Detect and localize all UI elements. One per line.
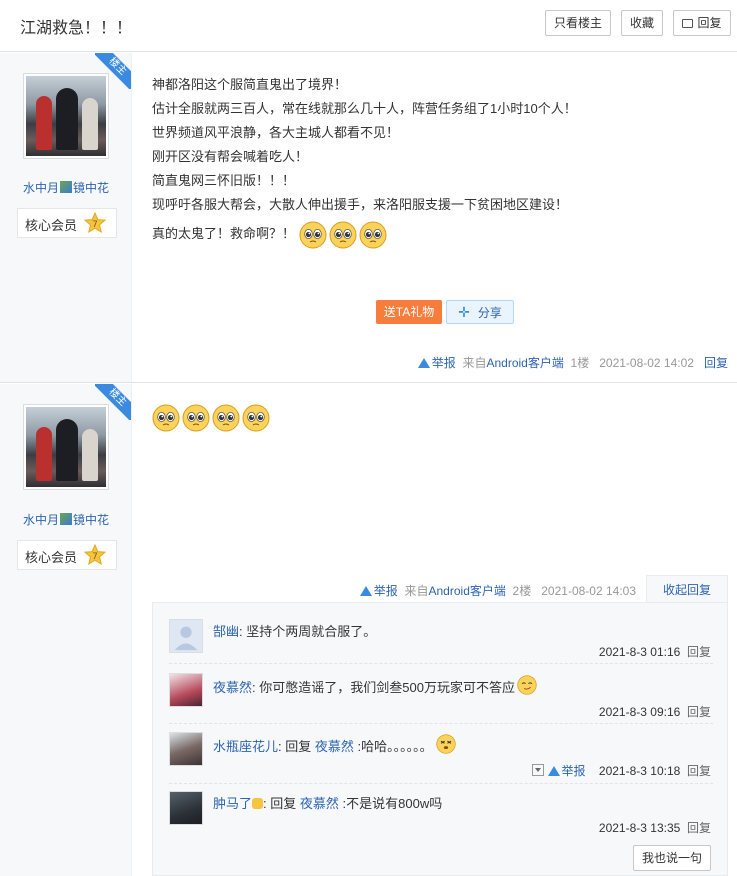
thread-header: 江湖救急！！！ 只看楼主 收藏 回复 xyxy=(0,0,737,52)
post-meta: 举报 来自Android客户端 2楼 2021-08-02 14:03 xyxy=(359,582,636,599)
collapse-replies-tab[interactable]: 收起回复 xyxy=(646,575,728,603)
image-icon xyxy=(60,513,72,525)
post-meta: 举报 来自Android客户端 1楼 2021-08-02 14:02 回复 xyxy=(417,354,728,371)
list-item: 肿马了: 回复 夜慕然 :不是说有800w吗 2021-8-3 13:35 回复 xyxy=(169,791,713,843)
pleading-emoji-icon xyxy=(212,404,240,432)
pleading-emoji-icon xyxy=(242,404,270,432)
reply-meta: 举报 2021-8-3 10:18 回复 xyxy=(532,762,711,779)
level-star-icon: 7 xyxy=(83,543,107,566)
thread-title: 江湖救急！！！ xyxy=(20,20,133,37)
share-button[interactable]: ✛ 分享 xyxy=(446,300,514,324)
comment-icon xyxy=(682,19,694,28)
post-text-line: 现呼吁各服大帮会，大散人伸出援手，来洛阳服支援一下贫困地区建设！ xyxy=(152,197,569,212)
reply-list: 郜幽: 坚持个两周就合服了。 2021-8-3 01:16 回复 夜慕然: 你可… xyxy=(152,602,728,876)
smug-emoji-icon xyxy=(517,675,537,695)
post-time: 2021-08-02 14:02 xyxy=(599,356,694,370)
share-icon: ✛ xyxy=(458,304,470,320)
reply-divider xyxy=(169,723,713,724)
svg-text:7: 7 xyxy=(92,220,98,230)
member-level-label: 核心会员 xyxy=(25,218,78,233)
member-level[interactable]: 核心会员 7 xyxy=(17,540,117,570)
post-time: 2021-08-02 14:03 xyxy=(541,584,636,598)
say-something-button[interactable]: 我也说一句 xyxy=(633,845,711,871)
list-item: 夜慕然: 你可憋造谣了，我们剑叁500万玩家可不答应 2021-8-3 09:1… xyxy=(169,673,713,725)
reply-meta: 2021-8-3 13:35 回复 xyxy=(599,819,711,836)
post-floor-1: 楼主 水中月 镜中花 核心会员 7 神都洛阳这个服简直鬼出了境界！ 估计全服就两三… xyxy=(0,53,737,383)
reply-avatar[interactable] xyxy=(169,791,203,825)
reply-button[interactable]: 回复 xyxy=(673,10,731,36)
reply-avatar[interactable] xyxy=(169,619,203,653)
reply-link[interactable]: 回复 xyxy=(687,764,711,778)
reply-link[interactable]: 回复 xyxy=(687,821,711,835)
pleading-emoji-icon xyxy=(359,221,387,249)
send-gift-button[interactable]: 送TA礼物 xyxy=(376,300,442,324)
reply-button-label: 回复 xyxy=(697,16,722,30)
level-star-icon: 7 xyxy=(83,211,107,234)
reply-username[interactable]: 郜幽 xyxy=(213,624,239,639)
client-link[interactable]: Android客户端 xyxy=(486,356,563,370)
only-op-button[interactable]: 只看楼主 xyxy=(545,10,611,36)
reply-avatar[interactable] xyxy=(169,673,203,707)
reply-divider xyxy=(169,783,713,784)
reply-target-username[interactable]: 夜慕然 xyxy=(300,796,339,811)
report-link[interactable]: 举报 xyxy=(562,764,586,778)
author-sidebar: 楼主 水中月 镜中花 核心会员 7 xyxy=(0,53,132,382)
author-name[interactable]: 水中月 镜中花 xyxy=(0,511,132,528)
reply-meta: 2021-8-3 09:16 回复 xyxy=(599,703,711,720)
author-avatar[interactable] xyxy=(23,404,109,490)
reply-text: 郜幽: 坚持个两周就合服了。 xyxy=(213,624,377,639)
reply-text: 夜慕然: 你可憋造谣了，我们剑叁500万玩家可不答应 xyxy=(213,675,539,696)
reply-time: 2021-8-3 01:16 xyxy=(598,645,681,659)
post-text-line: 简直鬼网三怀旧版！！！ xyxy=(152,173,296,188)
client-link[interactable]: Android客户端 xyxy=(429,584,506,598)
reply-username[interactable]: 夜慕然 xyxy=(213,680,252,695)
reply-username[interactable]: 水瓶座花儿 xyxy=(213,739,278,754)
warning-icon xyxy=(417,358,430,368)
reply-avatar[interactable] xyxy=(169,732,203,766)
author-sidebar: 楼主 水中月 镜中花 核心会员 7 xyxy=(0,384,132,876)
post-reply-link[interactable]: 回复 xyxy=(704,356,728,370)
reply-time: 2021-8-3 13:35 xyxy=(598,821,681,835)
reply-time: 2021-8-3 09:16 xyxy=(598,705,681,719)
member-level-label: 核心会员 xyxy=(25,550,78,565)
member-level[interactable]: 核心会员 7 xyxy=(17,208,117,238)
report-link[interactable]: 举报 xyxy=(432,356,456,370)
reply-divider xyxy=(169,663,713,664)
post-text-line: 世界频道风平浪静，各大主城人都看不见！ xyxy=(152,125,400,140)
reply-meta: 2021-8-3 01:16 回复 xyxy=(599,643,711,660)
report-link[interactable]: 举报 xyxy=(374,584,398,598)
pleading-emoji-icon xyxy=(182,404,210,432)
post-text-line: 真的太鬼了！救命啊？！ xyxy=(152,217,577,251)
reply-text: 肿马了: 回复 夜慕然 :不是说有800w吗 xyxy=(213,796,443,811)
floor-number: 1楼 xyxy=(570,356,590,370)
post-content: 神都洛阳这个服简直鬼出了境界！ 估计全服就两三百人，常在线就那么几十人，阵营任务… xyxy=(152,73,577,251)
warning-icon xyxy=(547,766,560,776)
image-icon xyxy=(60,181,72,193)
reply-username[interactable]: 肿马了 xyxy=(213,796,252,811)
floor-number: 2楼 xyxy=(512,584,532,598)
favorite-button[interactable]: 收藏 xyxy=(621,10,663,36)
dizzy-emoji-icon xyxy=(436,734,456,754)
reply-link[interactable]: 回复 xyxy=(687,705,711,719)
post-emoji-line xyxy=(152,404,272,434)
share-label: 分享 xyxy=(477,306,502,320)
post-text-line: 刚开区没有帮会喊着吃人！ xyxy=(152,149,309,164)
author-avatar[interactable] xyxy=(23,73,109,159)
reply-target-username[interactable]: 夜慕然 xyxy=(315,739,354,754)
post-content xyxy=(152,404,272,434)
post-text-line: 神都洛阳这个服简直鬼出了境界！ xyxy=(152,77,348,92)
pleading-emoji-icon xyxy=(152,404,180,432)
cat-icon xyxy=(252,798,264,809)
svg-text:7: 7 xyxy=(92,552,98,562)
reply-text: 水瓶座花儿: 回复 夜慕然 :哈哈。。。。。。 xyxy=(213,734,458,755)
author-name[interactable]: 水中月 镜中花 xyxy=(0,179,132,196)
dropdown-icon[interactable] xyxy=(532,764,545,776)
reply-time: 2021-8-3 10:18 xyxy=(598,764,681,778)
warning-icon xyxy=(359,586,372,596)
pleading-emoji-icon xyxy=(329,221,357,249)
pleading-emoji-icon xyxy=(299,221,327,249)
reply-link[interactable]: 回复 xyxy=(687,645,711,659)
post-text-line: 估计全服就两三百人，常在线就那么几十人，阵营任务组了1小时10个人！ xyxy=(152,101,577,116)
list-item: 水瓶座花儿: 回复 夜慕然 :哈哈。。。。。。 举报 2021-8-3 10:1… xyxy=(169,732,713,784)
